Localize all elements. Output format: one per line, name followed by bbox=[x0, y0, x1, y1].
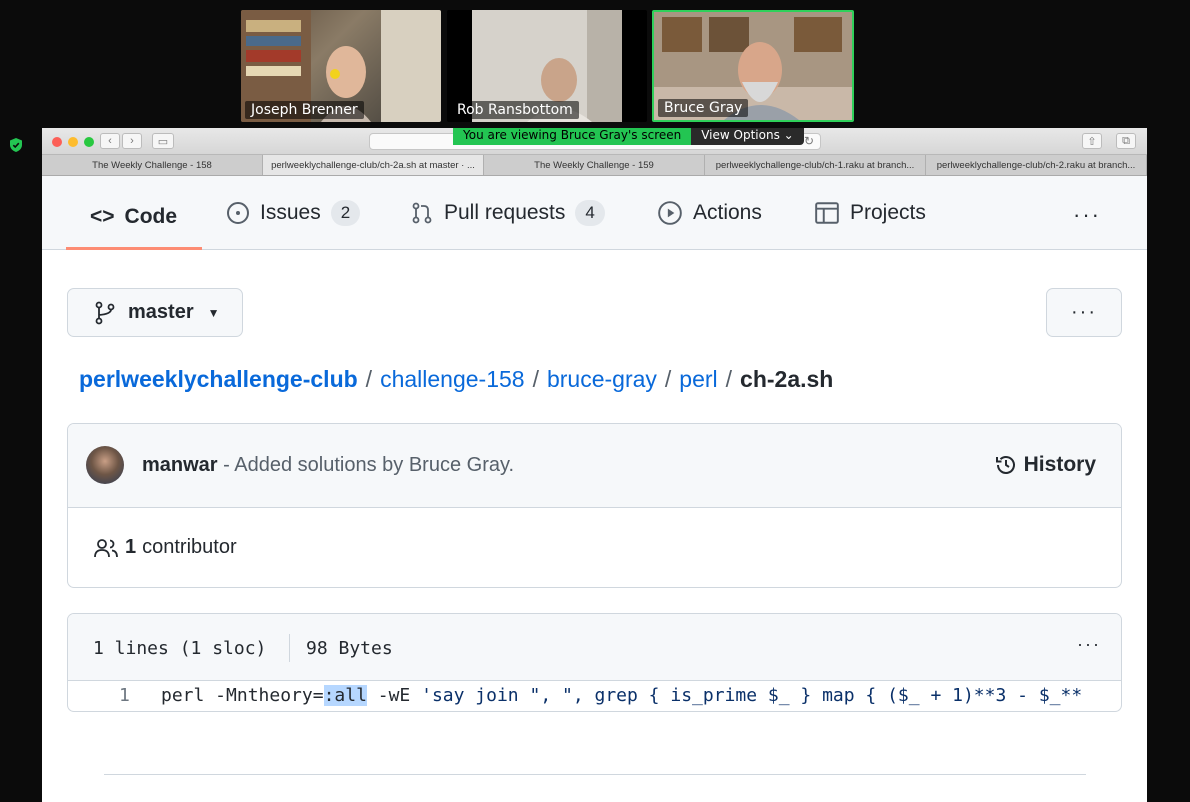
people-icon bbox=[94, 538, 118, 557]
sidebar-toggle-icon[interactable]: ▭ bbox=[152, 133, 174, 149]
breadcrumb-user[interactable]: bruce-gray bbox=[547, 366, 657, 393]
forward-icon[interactable]: › bbox=[122, 133, 142, 149]
breadcrumb-challenge[interactable]: challenge-158 bbox=[380, 366, 525, 393]
tab-pull-requests[interactable]: Pull requests 4 bbox=[410, 176, 605, 250]
pull-request-icon bbox=[412, 202, 432, 224]
tab-actions-label: Actions bbox=[693, 201, 762, 224]
tab-projects[interactable]: Projects bbox=[814, 176, 926, 250]
code-selection: :all bbox=[323, 685, 367, 706]
tab-code[interactable]: <> Code bbox=[90, 180, 177, 254]
zoom-window: Joseph Brenner Rob Ransbottom Bruce Gray bbox=[0, 0, 1190, 802]
viewing-label: You are viewing Bruce Gray's screen bbox=[453, 128, 692, 145]
file-more-icon[interactable]: ··· bbox=[1077, 634, 1101, 655]
play-icon bbox=[658, 201, 682, 225]
contributors-count: 1 bbox=[125, 536, 137, 558]
file-actions-more-button[interactable]: ··· bbox=[1046, 288, 1122, 337]
git-branch-icon bbox=[95, 301, 115, 324]
code-segment: perl -Mntheory= bbox=[161, 685, 324, 706]
browser-tab[interactable]: perlweeklychallenge-club/ch-1.raku at br… bbox=[705, 155, 926, 175]
close-window-button[interactable] bbox=[52, 137, 62, 147]
browser-tabs: The Weekly Challenge - 158 perlweeklycha… bbox=[42, 155, 1147, 176]
tab-pulls-label: Pull requests bbox=[444, 201, 566, 224]
avatar[interactable] bbox=[86, 446, 124, 484]
commit-header: manwar - Added solutions by Bruce Gray. … bbox=[68, 424, 1121, 508]
breadcrumb-file: ch-2a.sh bbox=[740, 366, 834, 392]
tab-issues[interactable]: Issues 2 bbox=[226, 176, 361, 250]
history-label: History bbox=[1023, 453, 1096, 476]
header-divider bbox=[289, 634, 290, 662]
history-button[interactable]: History bbox=[994, 453, 1096, 477]
breadcrumb-lang[interactable]: perl bbox=[679, 366, 717, 393]
browser-tab[interactable]: The Weekly Challenge - 159 bbox=[484, 155, 705, 175]
breadcrumb: perlweeklychallenge-club / challenge-158… bbox=[79, 366, 833, 393]
back-icon[interactable]: ‹ bbox=[100, 133, 120, 149]
contributors[interactable]: 1 contributor bbox=[93, 536, 237, 559]
participant-name: Rob Ransbottom bbox=[451, 101, 579, 119]
tab-issues-label: Issues bbox=[260, 201, 321, 224]
latest-commit-box: manwar - Added solutions by Bruce Gray. … bbox=[67, 423, 1122, 588]
breadcrumb-separator: / bbox=[664, 366, 672, 392]
branch-selector[interactable]: master ▼ bbox=[67, 288, 243, 337]
shield-icon[interactable] bbox=[8, 137, 24, 153]
line-count: 1 lines (1 sloc) bbox=[93, 638, 267, 659]
commit-author[interactable]: manwar bbox=[142, 454, 218, 476]
zoom-window-button[interactable] bbox=[84, 137, 94, 147]
browser-tab[interactable]: perlweeklychallenge-club/ch-2.raku at br… bbox=[926, 155, 1147, 175]
breadcrumb-separator: / bbox=[725, 366, 733, 392]
code-string: 'say join ", ", grep { is_prime $_ } map… bbox=[421, 685, 1083, 706]
file-size: 98 Bytes bbox=[306, 638, 393, 659]
code-icon: <> bbox=[90, 205, 115, 228]
screen-share-banner: You are viewing Bruce Gray's screen View… bbox=[453, 128, 804, 145]
issues-counter: 2 bbox=[330, 200, 361, 226]
breadcrumb-repo[interactable]: perlweeklychallenge-club bbox=[79, 366, 358, 393]
tab-overview-icon[interactable]: ⧉ bbox=[1116, 133, 1136, 149]
file-viewer: 1 lines (1 sloc) 98 Bytes ··· 1 perl -Mn… bbox=[67, 613, 1122, 712]
code-text[interactable]: perl -Mntheory=:all -wE 'say join ", ", … bbox=[161, 685, 1082, 706]
share-icon[interactable]: ⇧ bbox=[1082, 133, 1102, 149]
branch-name: master bbox=[128, 301, 194, 323]
video-tile-rob[interactable]: Rob Ransbottom bbox=[447, 10, 647, 122]
line-number[interactable]: 1 bbox=[119, 685, 130, 706]
reload-icon[interactable]: ↻ bbox=[804, 134, 814, 148]
breadcrumb-separator: / bbox=[532, 366, 539, 392]
history-icon bbox=[995, 456, 1015, 474]
code-segment: -wE bbox=[366, 685, 422, 706]
pulls-counter: 4 bbox=[575, 200, 605, 226]
repo-nav: <> Code Issues 2 Pull requests 4 Actions… bbox=[42, 176, 1147, 250]
video-tile-bruce[interactable]: Bruce Gray bbox=[652, 10, 854, 122]
participant-name: Joseph Brenner bbox=[245, 101, 364, 119]
browser-window: ‹ › ▭ ↻ ⇧ ⧉ You are viewing Bruce Gray's… bbox=[42, 128, 1147, 802]
file-header: 1 lines (1 sloc) 98 Bytes ··· bbox=[68, 614, 1121, 681]
contributors-label: contributor bbox=[142, 536, 237, 558]
commit-message: manwar - Added solutions by Bruce Gray. bbox=[142, 454, 514, 477]
repo-nav-more-icon[interactable]: ··· bbox=[1073, 202, 1101, 228]
active-tab-underline bbox=[66, 247, 202, 250]
video-tile-joseph[interactable]: Joseph Brenner bbox=[241, 10, 441, 122]
browser-tab-active[interactable]: perlweeklychallenge-club/ch-2a.sh at mas… bbox=[263, 155, 484, 175]
table-icon bbox=[815, 202, 839, 224]
view-options-label: View Options bbox=[701, 128, 780, 142]
minimize-window-button[interactable] bbox=[68, 137, 78, 147]
code-line: 1 perl -Mntheory=:all -wE 'say join ", "… bbox=[68, 681, 1121, 711]
participant-name: Bruce Gray bbox=[658, 99, 749, 117]
browser-tab[interactable]: The Weekly Challenge - 158 bbox=[42, 155, 263, 175]
view-options-button[interactable]: View Options ⌄ bbox=[691, 128, 804, 145]
window-controls bbox=[52, 137, 94, 147]
breadcrumb-separator: / bbox=[365, 366, 373, 392]
caret-down-icon: ▼ bbox=[207, 305, 220, 320]
tab-projects-label: Projects bbox=[850, 201, 926, 224]
tab-actions[interactable]: Actions bbox=[657, 176, 762, 250]
divider bbox=[104, 774, 1086, 775]
tab-code-label: Code bbox=[124, 205, 178, 228]
commit-text[interactable]: - Added solutions by Bruce Gray. bbox=[223, 454, 514, 476]
issue-icon bbox=[227, 202, 249, 224]
